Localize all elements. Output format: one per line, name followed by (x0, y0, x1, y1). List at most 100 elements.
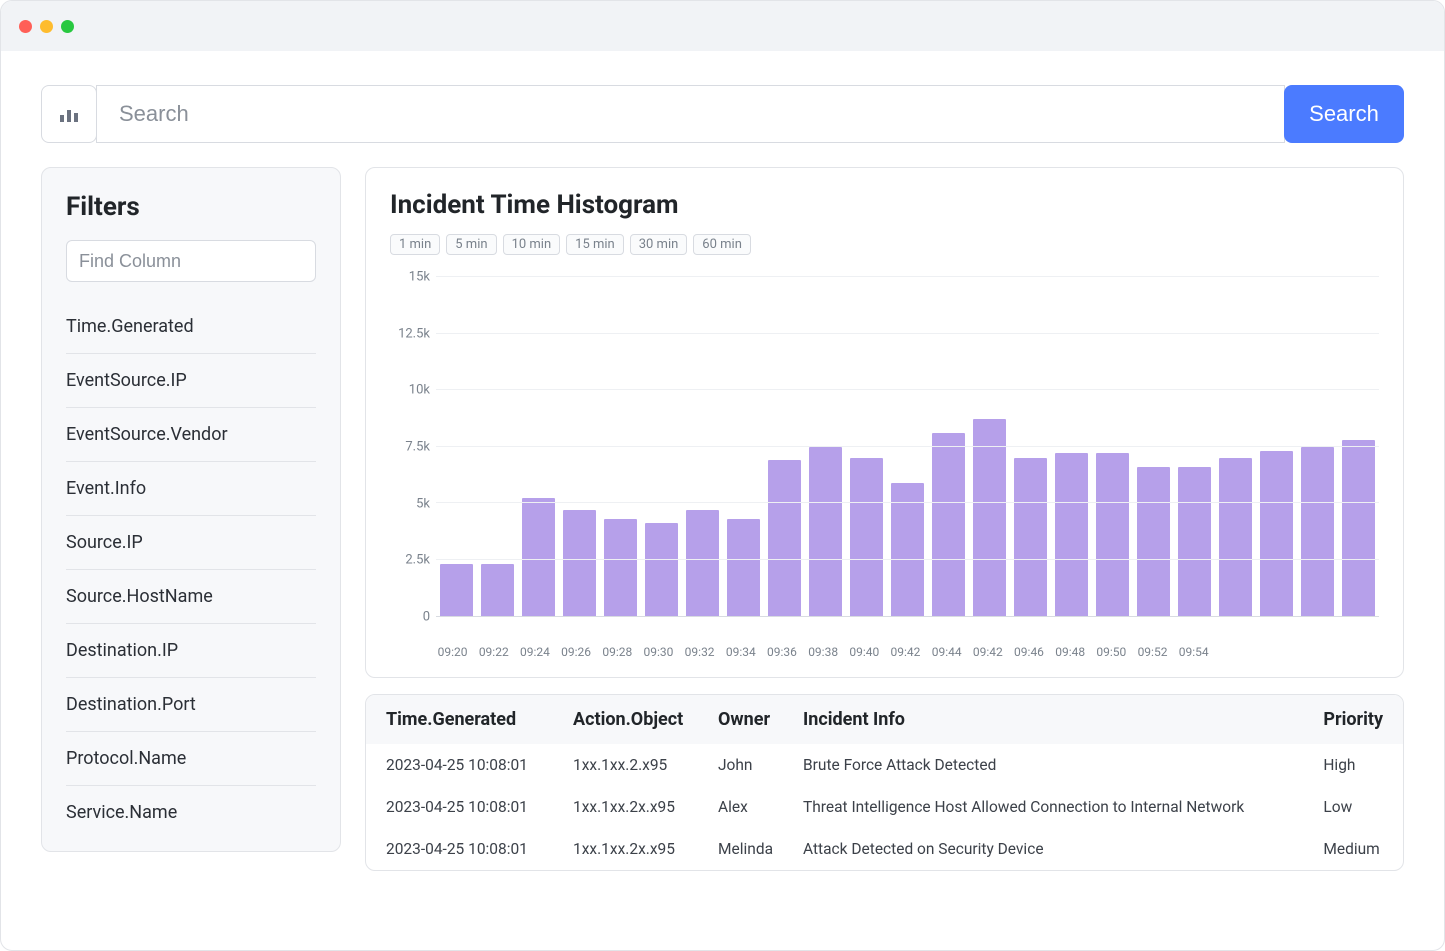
chart-bar[interactable] (850, 458, 883, 616)
x-tick-label (1301, 645, 1334, 659)
chart-bar[interactable] (604, 519, 637, 616)
plot-area (436, 277, 1379, 617)
chart-bar[interactable] (973, 419, 1006, 616)
search-button[interactable]: Search (1284, 85, 1404, 143)
chart-bar[interactable] (1260, 451, 1293, 616)
filter-item[interactable]: Protocol.Name (66, 732, 316, 786)
filter-item[interactable]: Destination.IP (66, 624, 316, 678)
gridline (436, 389, 1379, 390)
chart-toggle-button[interactable] (41, 85, 97, 143)
cell-action: 1xx.1xx.2x.x95 (561, 828, 706, 870)
main-grid: Filters Time.GeneratedEventSource.IPEven… (41, 167, 1404, 871)
chart-bars (436, 277, 1379, 616)
table-row[interactable]: 2023-04-25 10:08:011xx.1xx.2x.x95AlexThr… (366, 786, 1403, 828)
minimize-icon[interactable] (40, 20, 53, 33)
filter-item[interactable]: Service.Name (66, 786, 316, 827)
maximize-icon[interactable] (61, 20, 74, 33)
gridline (436, 502, 1379, 503)
filter-item[interactable]: Source.IP (66, 516, 316, 570)
chart-bar[interactable] (727, 519, 760, 616)
table-row[interactable]: 2023-04-25 10:08:011xx.1xx.2x.x95Melinda… (366, 828, 1403, 870)
cell-priority: High (1311, 744, 1403, 786)
filter-item[interactable]: EventSource.IP (66, 354, 316, 408)
app-window: Search Filters Time.GeneratedEventSource… (0, 0, 1445, 951)
table-body: 2023-04-25 10:08:011xx.1xx.2.x95JohnBrut… (366, 744, 1403, 870)
cell-time: 2023-04-25 10:08:01 (366, 828, 561, 870)
time-chip[interactable]: 60 min (693, 234, 751, 255)
x-tick-label (1342, 645, 1375, 659)
chart-bar[interactable] (563, 510, 596, 616)
y-tick-label: 10k (409, 383, 430, 398)
x-tick-label: 09:28 (601, 645, 634, 659)
x-axis-labels: 09:2009:2209:2409:2609:2809:3009:3209:34… (390, 637, 1379, 659)
table-header-row: Time.Generated Action.Object Owner Incid… (366, 695, 1403, 744)
chart-bar[interactable] (1219, 458, 1252, 616)
search-input[interactable] (96, 85, 1285, 143)
x-tick-label: 09:38 (807, 645, 840, 659)
chart-bar[interactable] (1342, 440, 1375, 616)
gridline (436, 276, 1379, 277)
table-row[interactable]: 2023-04-25 10:08:011xx.1xx.2.x95JohnBrut… (366, 744, 1403, 786)
chart-bar[interactable] (1096, 453, 1129, 616)
chart-bar[interactable] (1014, 458, 1047, 616)
x-tick-label: 09:42 (971, 645, 1004, 659)
col-action-object[interactable]: Action.Object (561, 695, 706, 744)
time-chip[interactable]: 30 min (630, 234, 688, 255)
cell-time: 2023-04-25 10:08:01 (366, 744, 561, 786)
chart-bar[interactable] (809, 447, 842, 617)
find-column-input[interactable] (66, 240, 316, 282)
chart-bar[interactable] (1055, 453, 1088, 616)
cell-info: Threat Intelligence Host Allowed Connect… (791, 786, 1311, 828)
chart-bar[interactable] (522, 498, 555, 616)
chart-bar[interactable] (1137, 467, 1170, 616)
col-incident-info[interactable]: Incident Info (791, 695, 1311, 744)
cell-owner: Melinda (706, 828, 791, 870)
time-chip[interactable]: 5 min (446, 234, 496, 255)
filter-item[interactable]: Time.Generated (66, 300, 316, 354)
y-tick-label: 7.5k (405, 440, 430, 455)
time-chips: 1 min 5 min 10 min15 min 30 min60 min (390, 234, 1379, 255)
titlebar (1, 1, 1444, 51)
x-tick-label: 09:26 (560, 645, 593, 659)
chart-bar[interactable] (481, 564, 514, 616)
filter-item[interactable]: EventSource.Vendor (66, 408, 316, 462)
search-bar: Search (41, 85, 1404, 143)
filter-item[interactable]: Event.Info (66, 462, 316, 516)
filter-list: Time.GeneratedEventSource.IPEventSource.… (66, 300, 316, 827)
cell-action: 1xx.1xx.2x.x95 (561, 786, 706, 828)
filter-item[interactable]: Destination.Port (66, 678, 316, 732)
x-tick-label: 09:40 (848, 645, 881, 659)
col-priority[interactable]: Priority (1311, 695, 1403, 744)
y-tick-label: 2.5k (405, 553, 430, 568)
filter-item[interactable]: Source.HostName (66, 570, 316, 624)
filters-title: Filters (66, 192, 316, 222)
chart-bar[interactable] (440, 564, 473, 616)
bar-chart-icon (57, 102, 81, 126)
x-tick-label: 09:52 (1136, 645, 1169, 659)
time-chip[interactable]: 10 min (503, 234, 561, 255)
chart-bar[interactable] (1301, 447, 1334, 617)
col-time-generated[interactable]: Time.Generated (366, 695, 561, 744)
x-tick-label: 09:20 (436, 645, 469, 659)
chart-area: 02.5k5k7.5k10k12.5k15k (390, 267, 1379, 637)
cell-info: Brute Force Attack Detected (791, 744, 1311, 786)
close-icon[interactable] (19, 20, 32, 33)
cell-owner: Alex (706, 786, 791, 828)
time-chip[interactable]: 1 min (390, 234, 440, 255)
x-tick-label: 09:36 (765, 645, 798, 659)
chart-bar[interactable] (686, 510, 719, 616)
chart-bar[interactable] (1178, 467, 1211, 616)
x-tick-label: 09:30 (642, 645, 675, 659)
content-area: Search Filters Time.GeneratedEventSource… (1, 51, 1444, 901)
x-tick-label (1218, 645, 1251, 659)
chart-bar[interactable] (932, 433, 965, 616)
x-tick-label: 09:46 (1012, 645, 1045, 659)
chart-bar[interactable] (645, 523, 678, 616)
x-tick-label: 09:50 (1095, 645, 1128, 659)
time-chip[interactable]: 15 min (566, 234, 624, 255)
x-tick-label: 09:42 (889, 645, 922, 659)
col-owner[interactable]: Owner (706, 695, 791, 744)
cell-owner: John (706, 744, 791, 786)
chart-bar[interactable] (768, 460, 801, 616)
right-column: Incident Time Histogram 1 min5 min10 min… (365, 167, 1404, 871)
